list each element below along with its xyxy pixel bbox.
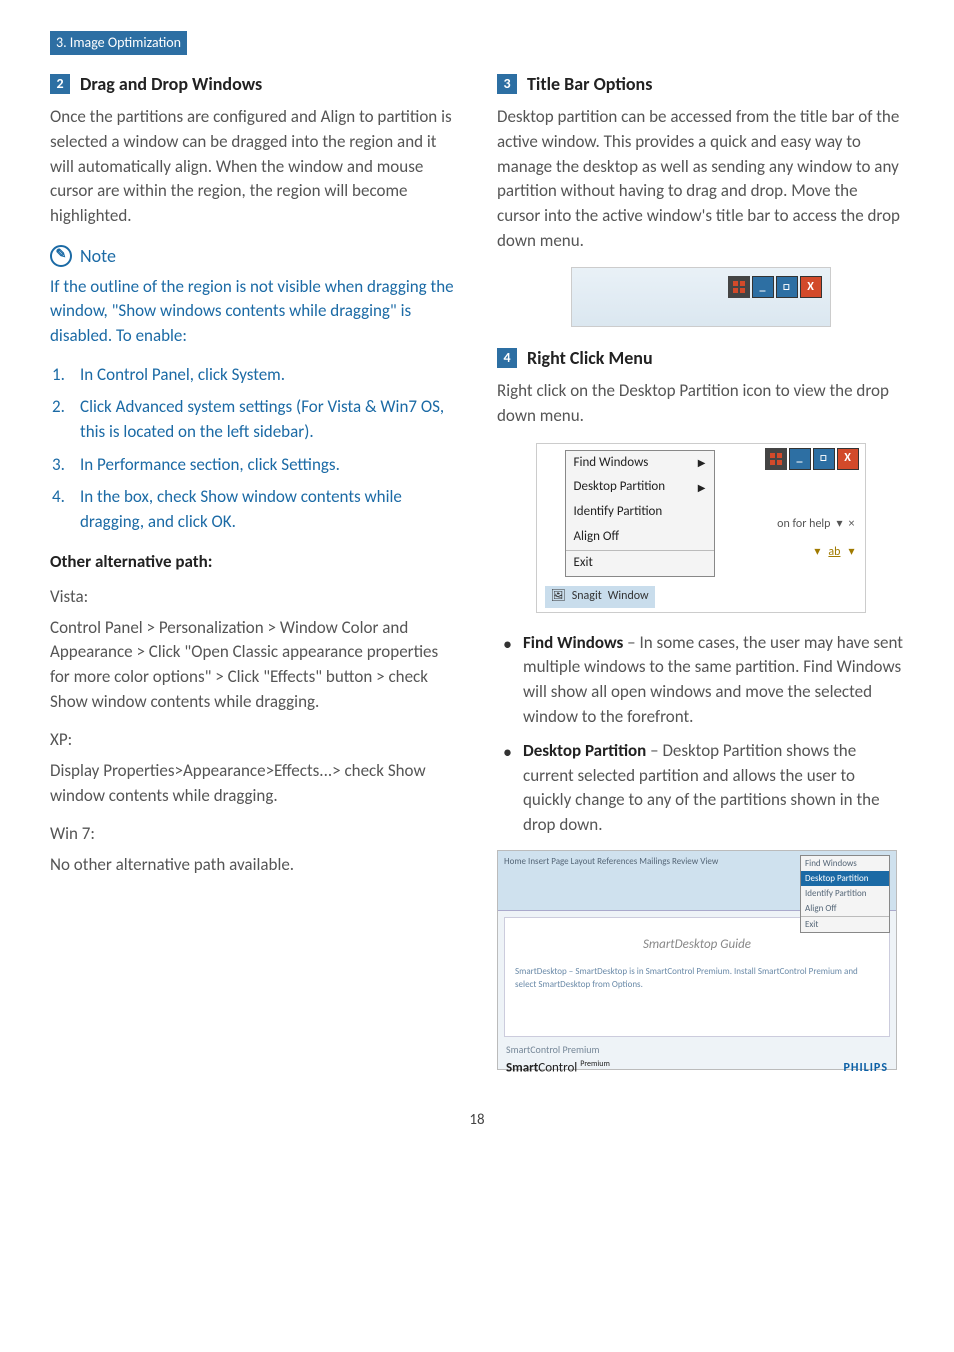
note-heading: ✎ Note [50,243,457,269]
page-number: 18 [50,1110,904,1132]
sc-bar: SmartControl Premium [498,1043,896,1058]
step-item: Click Advanced system settings (For Vist… [50,395,457,444]
doc-body-line: SmartDesktop – SmartDesktop is in SmartC… [515,965,879,991]
word-ribbon: Home Insert Page Layout References Maili… [498,851,896,911]
note-label: Note [80,243,116,269]
win7-body: No other alternative path available. [50,853,457,878]
taskbar-snagit: Snagit [572,588,602,605]
partition-grid-icon [765,448,787,470]
xp-body: Display Properties>Appearance>Effects...… [50,759,457,808]
left-column: 2 Drag and Drop Windows Once the partiti… [50,65,457,1069]
win7-label: Win 7: [50,822,457,847]
menu-item-exit: Exit [566,550,714,576]
drag-drop-body: Once the partitions are configured and A… [50,105,457,228]
note-body: If the outline of the region is not visi… [50,275,457,349]
step-number-4: 4 [497,348,517,368]
right-column: 3 Title Bar Options Desktop partition ca… [497,65,904,1069]
note-icon: ✎ [50,245,72,267]
heading-right-click: 4 Right Click Menu [497,345,904,371]
feature-bullet-list: Find Windows – In some cases, the user m… [497,631,904,838]
alt-path-heading: Other alternative path: [50,550,457,575]
heading-drag-drop: 2 Drag and Drop Windows [50,71,457,97]
heading-title-bar-title: Title Bar Options [527,71,652,97]
minimize-icon: _ [752,276,774,298]
word-footer: SmartControl Premium PHILIPS [498,1057,896,1080]
vista-body: Control Panel > Personalization > Window… [50,616,457,715]
partition-grid-icon [728,276,750,298]
minimize-icon: _ [789,448,811,470]
menu-item-identify-partition: Identify Partition [566,500,714,525]
philips-logo: PHILIPS [844,1060,889,1077]
heading-right-click-title: Right Click Menu [527,345,653,371]
taskbar: 🖼 Snagit Window [545,586,655,607]
heading-drag-drop-title: Drag and Drop Windows [80,71,262,97]
doc-title: SmartDesktop Guide [515,936,879,955]
close-icon: X [800,276,822,298]
step-item: In Performance section, click Settings. [50,453,457,478]
step-number-3: 3 [497,74,517,94]
close-icon: X [837,448,859,470]
word-document-area: SmartDesktop Guide SmartDesktop – SmartD… [504,917,890,1037]
vista-label: Vista: [50,585,457,610]
mini-toolbar: ▾ab▾ [814,544,854,561]
menu-item-find-windows: Find Windows▶ [566,451,714,476]
taskbar-window: Window [608,588,649,605]
bullet-desktop-partition: Desktop Partition – Desktop Partition sh… [497,739,904,838]
maximize-icon: □ [776,276,798,298]
enable-steps-list: In Control Panel, click System. Click Ad… [50,363,457,535]
title-bar-body: Desktop partition can be accessed from t… [497,105,904,253]
snagit-icon: 🖼 [551,588,566,605]
step-number-2: 2 [50,74,70,94]
right-click-body: Right click on the Desktop Partition ico… [497,379,904,428]
menu-item-desktop-partition: Desktop Partition▶ [566,475,714,500]
smartcontrol-logo: SmartControl Premium [506,1059,610,1078]
bullet-find-windows: Find Windows – In some cases, the user m… [497,631,904,730]
menu-item-align-off: Align Off [566,525,714,550]
xp-label: XP: [50,728,457,753]
heading-title-bar: 3 Title Bar Options [497,71,904,97]
ribbon-side-menu: Find Windows Desktop Partition Identify … [800,855,890,933]
titlebar-screenshot: _ □ X [571,267,831,327]
section-header: 3. Image Optimization [50,31,187,55]
step-item: In the box, check Show window contents w… [50,485,457,534]
context-menu: Find Windows▶ Desktop Partition▶ Identif… [565,450,715,577]
context-menu-screenshot: Find Windows▶ Desktop Partition▶ Identif… [536,443,866,613]
maximize-icon: □ [813,448,835,470]
word-screenshot: Home Insert Page Layout References Maili… [497,850,897,1070]
help-bar: on for help▾× [777,516,854,533]
step-item: In Control Panel, click System. [50,363,457,388]
